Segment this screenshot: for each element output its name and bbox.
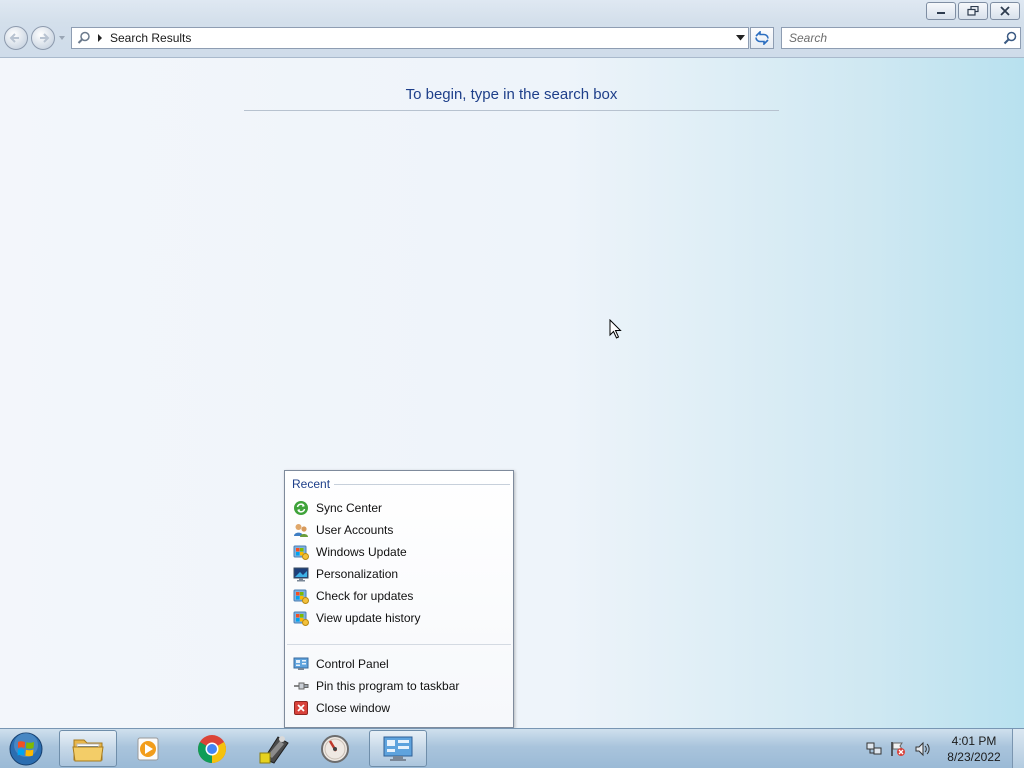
taskbar-app-film[interactable] [246,730,304,767]
refresh-icon [755,31,769,45]
gauge-icon [321,734,349,763]
clock-time: 4:01 PM [951,734,997,748]
control-panel-icon [383,736,413,761]
recent-list: Sync Center User Accounts Windows Update… [292,497,508,629]
personalization-icon [292,565,310,583]
taskbar-app-chrome[interactable] [183,730,241,767]
arrow-right-icon [40,33,50,43]
recent-section-header: Recent [292,477,510,491]
windows-update-icon [292,609,310,627]
taskbar: 4:01 PM 8/23/2022 [0,728,1024,768]
title-bar: Search Results [0,0,1024,58]
task-pin-to-taskbar[interactable]: Pin this program to taskbar [292,675,508,697]
recent-item-label: Personalization [316,567,399,581]
chevron-down-icon [735,35,745,41]
refresh-button[interactable] [750,27,774,49]
task-label: Close window [316,701,391,715]
film-icon [259,735,289,764]
taskbar-jump-list: Recent Sync Center User Accounts Windows… [284,470,514,728]
recent-pages-dropdown[interactable] [58,34,66,42]
recent-item-label: User Accounts [316,523,394,537]
section-divider [334,483,510,485]
address-bar[interactable]: Search Results [71,27,749,49]
minimize-button[interactable] [926,2,956,20]
recent-item-check-for-updates[interactable]: Check for updates [292,585,508,607]
close-button[interactable] [990,2,1020,20]
taskbar-clock[interactable]: 4:01 PM 8/23/2022 [938,733,1010,765]
taskbar-app-explorer[interactable] [59,730,117,767]
breadcrumb-search-results[interactable]: Search Results [106,31,732,45]
recent-item-label: Check for updates [316,589,414,603]
restore-icon [967,6,979,16]
recent-item-user-accounts[interactable]: User Accounts [292,519,508,541]
media-player-icon [137,737,159,760]
search-icon[interactable] [1000,31,1020,45]
taskbar-app-gauge[interactable] [306,730,364,767]
windows-update-icon [292,587,310,605]
task-label: Pin this program to taskbar [316,679,460,693]
recent-item-personalization[interactable]: Personalization [292,563,508,585]
recent-item-label: Sync Center [316,501,383,515]
search-input[interactable] [782,31,1000,45]
chrome-icon [198,734,226,763]
minimize-icon [937,12,945,14]
close-icon [1000,6,1010,16]
volume-icon[interactable] [914,741,930,757]
arrow-left-icon [9,33,19,43]
caption-buttons [926,2,1020,20]
task-label: Control Panel [316,657,389,671]
user-accounts-icon [292,521,310,539]
action-center-flag-icon[interactable] [890,741,906,757]
recent-item-label: View update history [316,611,421,625]
mouse-cursor-icon [609,319,622,339]
windows-orb-icon [9,732,43,766]
folder-icon [72,739,104,761]
task-list: Control Panel Pin this program to taskba… [292,653,508,719]
restore-button[interactable] [958,2,988,20]
start-button[interactable] [6,731,46,767]
windows-update-icon [292,543,310,561]
clock-date: 8/23/2022 [947,750,1001,764]
address-dropdown-button[interactable] [732,28,748,48]
recent-item-view-update-history[interactable]: View update history [292,607,508,629]
recent-item-label: Windows Update [316,545,407,559]
sync-center-icon [292,499,310,517]
task-control-panel[interactable]: Control Panel [292,653,508,675]
recent-header-label: Recent [292,477,331,491]
taskbar-app-control-panel[interactable] [369,730,427,767]
task-close-window[interactable]: Close window [292,697,508,719]
recent-item-windows-update[interactable]: Windows Update [292,541,508,563]
search-instruction-heading: To begin, type in the search box [244,86,779,111]
search-folder-icon [74,28,94,48]
recent-item-sync-center[interactable]: Sync Center [292,497,508,519]
pin-icon [292,677,310,695]
network-icon[interactable] [866,741,882,757]
control-panel-icon [292,655,310,673]
close-window-icon [292,699,310,717]
back-button[interactable] [4,26,28,50]
show-desktop-button[interactable] [1012,729,1024,768]
breadcrumb-arrow-icon[interactable] [94,28,106,48]
taskbar-app-media-player[interactable] [120,730,178,767]
tasks-divider [287,644,511,645]
search-box[interactable] [781,27,1021,49]
forward-button[interactable] [31,26,55,50]
